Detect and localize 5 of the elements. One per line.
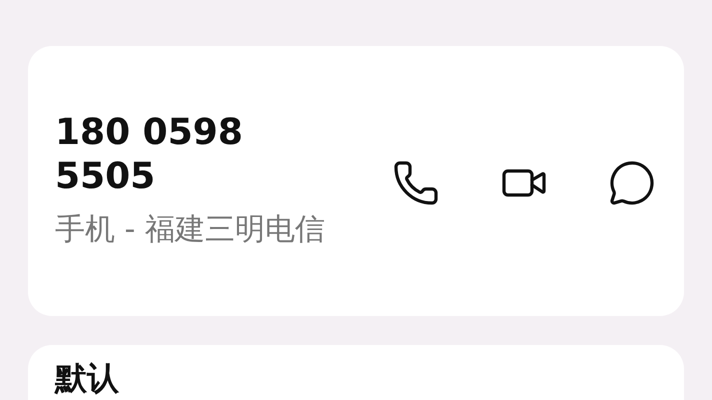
phone-icon[interactable] bbox=[392, 159, 440, 207]
speech-bubble-icon[interactable] bbox=[608, 159, 656, 207]
phone-number: 180 0598 5505 bbox=[55, 111, 244, 199]
number-description: 手机 - 福建三明电信 bbox=[55, 211, 326, 249]
section-title: 默认 bbox=[55, 359, 119, 397]
